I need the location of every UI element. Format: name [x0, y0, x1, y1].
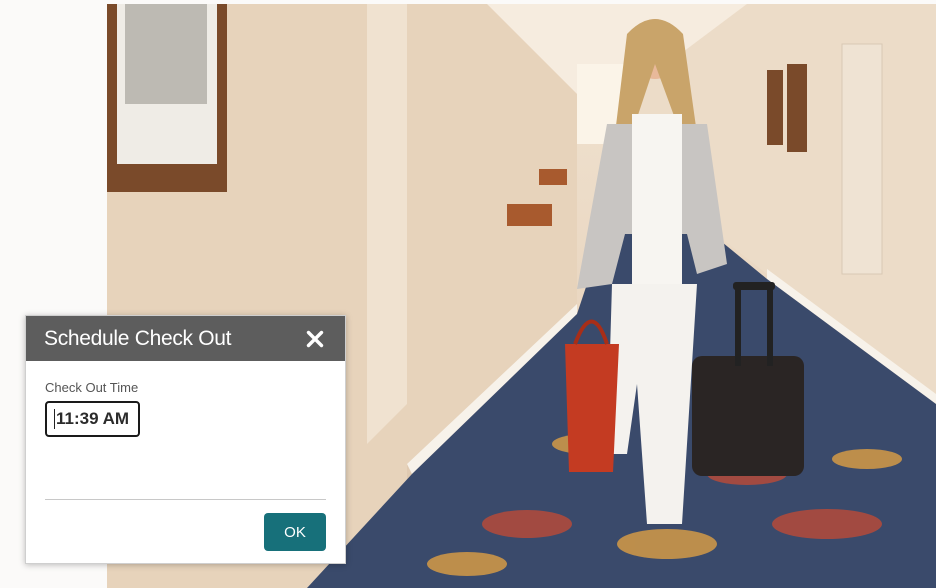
- dialog-title: Schedule Check Out: [44, 326, 232, 350]
- check-out-time-label: Check Out Time: [45, 380, 139, 395]
- check-out-time-value: 11:39 AM: [56, 409, 130, 428]
- dialog-divider: [45, 499, 326, 500]
- schedule-check-out-dialog: Schedule Check Out Check Out Time 11:39 …: [25, 315, 346, 564]
- close-button[interactable]: [303, 327, 327, 351]
- dialog-body: Check Out Time 11:39 AM: [26, 361, 345, 437]
- text-caret: [54, 409, 55, 429]
- ok-button[interactable]: OK: [264, 513, 326, 551]
- check-out-time-input[interactable]: 11:39 AM: [45, 401, 140, 437]
- dialog-header: Schedule Check Out: [26, 316, 345, 361]
- close-icon: [306, 330, 324, 347]
